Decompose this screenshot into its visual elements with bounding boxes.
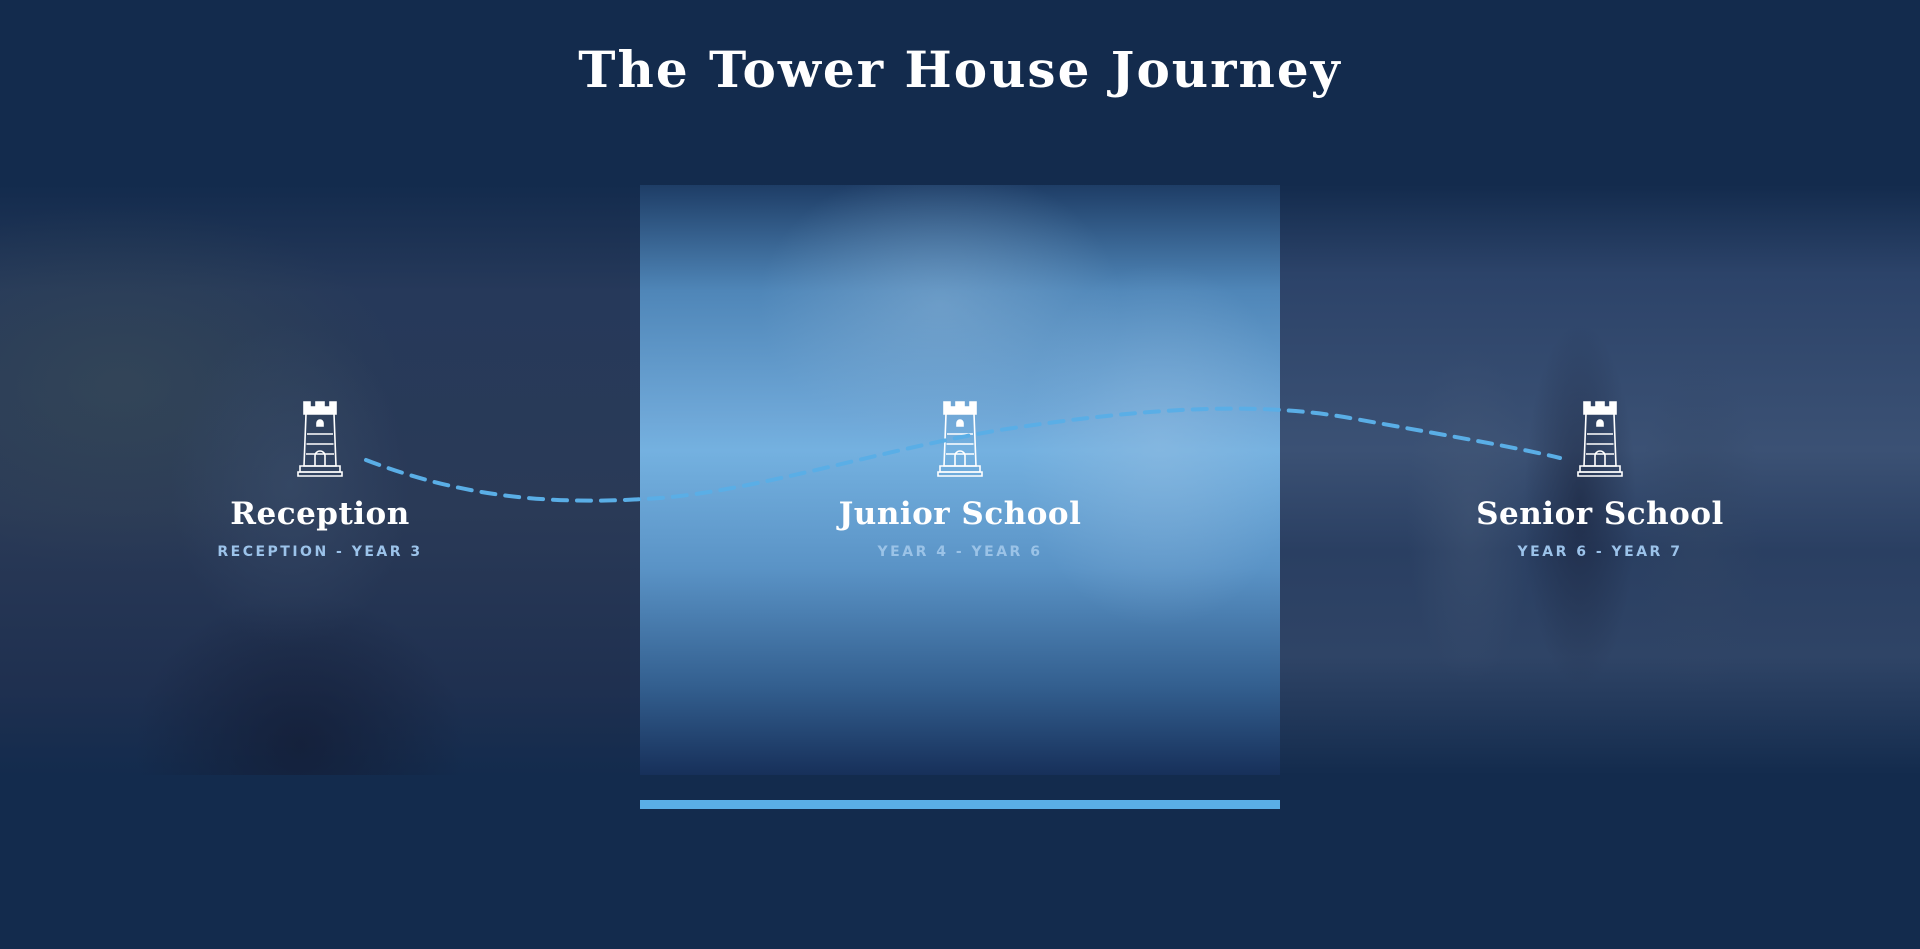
stage-years: YEAR 6 - YEAR 7 [1517, 544, 1683, 560]
journey-section: The Tower House Journey Reception RECEPT… [0, 0, 1920, 949]
stage-panel-senior-school[interactable]: Senior School YEAR 6 - YEAR 7 [1280, 185, 1920, 775]
stage-title: Senior School [1476, 496, 1724, 532]
tower-icon [937, 401, 983, 477]
stage-title: Reception [230, 496, 410, 532]
stage-panels: Reception RECEPTION - YEAR 3 Junior Scho… [0, 185, 1920, 775]
stage-content: Reception RECEPTION - YEAR 3 [0, 400, 640, 560]
stage-years: YEAR 4 - YEAR 6 [877, 544, 1043, 560]
stage-content: Senior School YEAR 6 - YEAR 7 [1280, 400, 1920, 560]
stage-years: RECEPTION - YEAR 3 [217, 544, 423, 560]
stage-content: Junior School YEAR 4 - YEAR 6 [640, 400, 1280, 560]
stage-panel-junior-school[interactable]: Junior School YEAR 4 - YEAR 6 [640, 185, 1280, 775]
stage-panel-reception[interactable]: Reception RECEPTION - YEAR 3 [0, 185, 640, 775]
tower-icon [1577, 401, 1623, 477]
tower-icon [297, 401, 343, 477]
page-title: The Tower House Journey [578, 40, 1342, 99]
stage-title: Junior School [838, 496, 1082, 532]
active-stage-indicator [640, 800, 1280, 809]
